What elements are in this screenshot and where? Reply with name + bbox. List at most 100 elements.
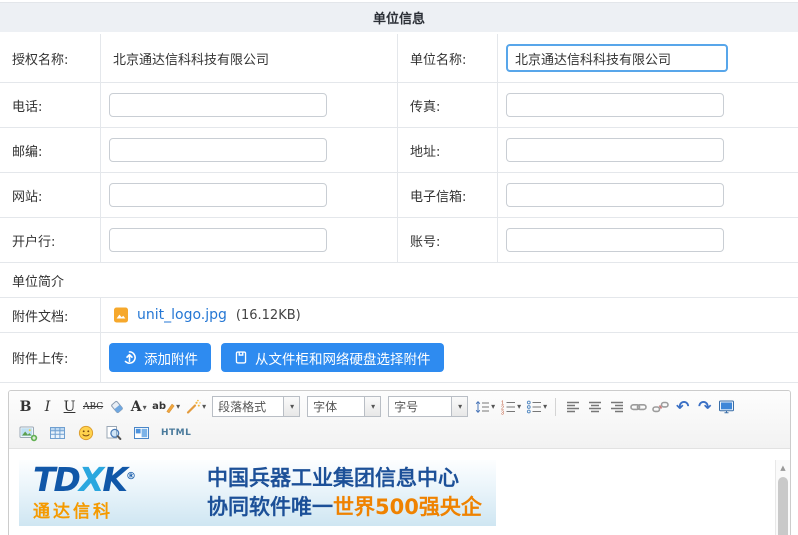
ordered-list-icon: 123 — [500, 399, 516, 415]
paragraph-format-select[interactable]: 段落格式 ▾ — [212, 396, 300, 417]
remove-format-button[interactable] — [106, 396, 127, 418]
authorized-name-label: 授权名称: — [0, 34, 100, 82]
toolbar-row-2: HTML — [15, 420, 784, 446]
emoticon-button[interactable] — [75, 422, 96, 444]
font-size-value: 字号 — [388, 396, 452, 417]
font-family-select[interactable]: 字体 ▾ — [307, 396, 381, 417]
email-label: 电子信箱: — [397, 173, 497, 217]
authorized-name-value: 北京通达信科科技有限公司 — [100, 34, 397, 82]
row-phone-fax: 电话: 传真: — [0, 83, 798, 128]
tdxk-logo: TDXK® 通达信科 — [33, 464, 185, 521]
link-button[interactable] — [628, 396, 649, 418]
align-right-button[interactable] — [606, 396, 627, 418]
monitor-icon — [718, 399, 735, 415]
quick-format-button[interactable]: ▾ — [183, 396, 208, 418]
email-input[interactable] — [506, 183, 724, 207]
website-label: 网站: — [0, 173, 100, 217]
html-source-button[interactable]: HTML — [159, 422, 193, 444]
logo-k: K — [102, 460, 126, 499]
unit-info-form: 授权名称: 北京通达信科科技有限公司 单位名称: 电话: 传真: 邮编: 地址:… — [0, 32, 798, 383]
intro-label: 单位简介 — [0, 263, 798, 297]
strikethrough-button[interactable]: ABC — [81, 396, 105, 418]
zip-input[interactable] — [109, 138, 327, 162]
file-icon — [234, 350, 248, 365]
logo-subtext: 通达信科 — [33, 497, 185, 522]
layout-icon — [133, 425, 150, 441]
upload-icon — [122, 350, 137, 365]
insert-table-button[interactable] — [47, 422, 68, 444]
underline-button[interactable]: U — [59, 396, 80, 418]
scrollbar-thumb[interactable] — [778, 477, 788, 535]
table-icon — [49, 425, 66, 441]
select-from-cabinet-label: 从文件柜和网络硬盘选择附件 — [255, 348, 431, 368]
chevron-down-icon: ▾ — [458, 403, 462, 411]
phone-label: 电话: — [0, 83, 100, 127]
fullscreen-button[interactable] — [716, 396, 737, 418]
redo-button[interactable]: ↷ — [694, 396, 715, 418]
toolbar-separator — [555, 398, 556, 416]
row-intro: 单位简介 — [0, 263, 798, 298]
layout-button[interactable] — [131, 422, 152, 444]
banner-line2-orange: 世界500强央企 — [333, 495, 482, 519]
font-size-select[interactable]: 字号 ▾ — [388, 396, 468, 417]
editor-toolbar: B I U ABC A▾ ab ▾ ▾ 段落格式 ▾ 字体 — [9, 391, 790, 449]
row-site-email: 网站: 电子信箱: — [0, 173, 798, 218]
highlight-button[interactable]: ab ▾ — [150, 396, 182, 418]
editor-content-area[interactable]: TDXK® 通达信科 中国兵器工业集团信息中心 协同软件唯一世界500强央企 ▲ — [9, 460, 790, 535]
align-left-button[interactable] — [562, 396, 583, 418]
chevron-down-icon: ▾ — [202, 403, 206, 411]
bold-button[interactable]: B — [15, 396, 36, 418]
banner-line2-blue: 协同软件唯一 — [207, 495, 333, 519]
undo-button[interactable]: ↶ — [672, 396, 693, 418]
unit-name-input[interactable] — [506, 44, 728, 72]
preview-button[interactable] — [103, 422, 124, 444]
svg-text:3: 3 — [501, 410, 504, 415]
unlink-icon — [652, 399, 669, 415]
account-input[interactable] — [506, 228, 724, 252]
chevron-down-icon: ▾ — [176, 403, 180, 411]
paragraph-format-value: 段落格式 — [212, 396, 284, 417]
attachment-doc-label: 附件文档: — [0, 298, 100, 332]
align-left-icon — [565, 399, 581, 415]
insert-image-button[interactable] — [17, 422, 40, 444]
address-label: 地址: — [397, 128, 497, 172]
banner-image[interactable]: TDXK® 通达信科 中国兵器工业集团信息中心 协同软件唯一世界500强央企 — [19, 460, 496, 526]
phone-input[interactable] — [109, 93, 327, 117]
address-input[interactable] — [506, 138, 724, 162]
fax-label: 传真: — [397, 83, 497, 127]
smiley-icon — [78, 425, 94, 441]
italic-button[interactable]: I — [37, 396, 58, 418]
magnifier-icon — [105, 425, 122, 441]
rich-text-editor: B I U ABC A▾ ab ▾ ▾ 段落格式 ▾ 字体 — [8, 390, 791, 535]
chevron-down-icon: ▾ — [543, 403, 547, 411]
ordered-list-button[interactable]: 123 ▾ — [498, 396, 523, 418]
attachment-file-size: (16.12KB) — [236, 308, 301, 323]
add-attachment-button[interactable]: 添加附件 — [109, 343, 211, 372]
toolbar-row-1: B I U ABC A▾ ab ▾ ▾ 段落格式 ▾ 字体 — [15, 393, 784, 420]
unordered-list-button[interactable]: ▾ — [524, 396, 549, 418]
banner-line1: 中国兵器工业集团信息中心 — [207, 464, 482, 493]
align-right-icon — [609, 399, 625, 415]
website-input[interactable] — [109, 183, 327, 207]
attachment-file-link[interactable]: unit_logo.jpg — [137, 307, 227, 323]
unlink-button[interactable] — [650, 396, 671, 418]
link-icon — [630, 399, 647, 415]
font-family-value: 字体 — [307, 396, 365, 417]
row-names: 授权名称: 北京通达信科科技有限公司 单位名称: — [0, 34, 798, 83]
editor-scrollbar[interactable]: ▲ — [775, 460, 790, 535]
page-title: 单位信息 — [0, 2, 798, 32]
bank-label: 开户行: — [0, 218, 100, 262]
line-height-button[interactable]: ▾ — [472, 396, 497, 418]
magic-wand-icon — [185, 399, 201, 415]
font-color-button[interactable]: A▾ — [128, 396, 149, 418]
eraser-icon — [109, 399, 125, 415]
bank-input[interactable] — [109, 228, 327, 252]
select-from-cabinet-button[interactable]: 从文件柜和网络硬盘选择附件 — [221, 343, 444, 372]
registered-mark: ® — [126, 471, 136, 482]
scroll-up-arrow-icon[interactable]: ▲ — [776, 460, 790, 475]
highlight-pen-icon — [166, 401, 175, 413]
image-file-icon — [113, 307, 129, 323]
fax-input[interactable] — [506, 93, 724, 117]
unit-name-label: 单位名称: — [397, 34, 497, 82]
align-center-button[interactable] — [584, 396, 605, 418]
